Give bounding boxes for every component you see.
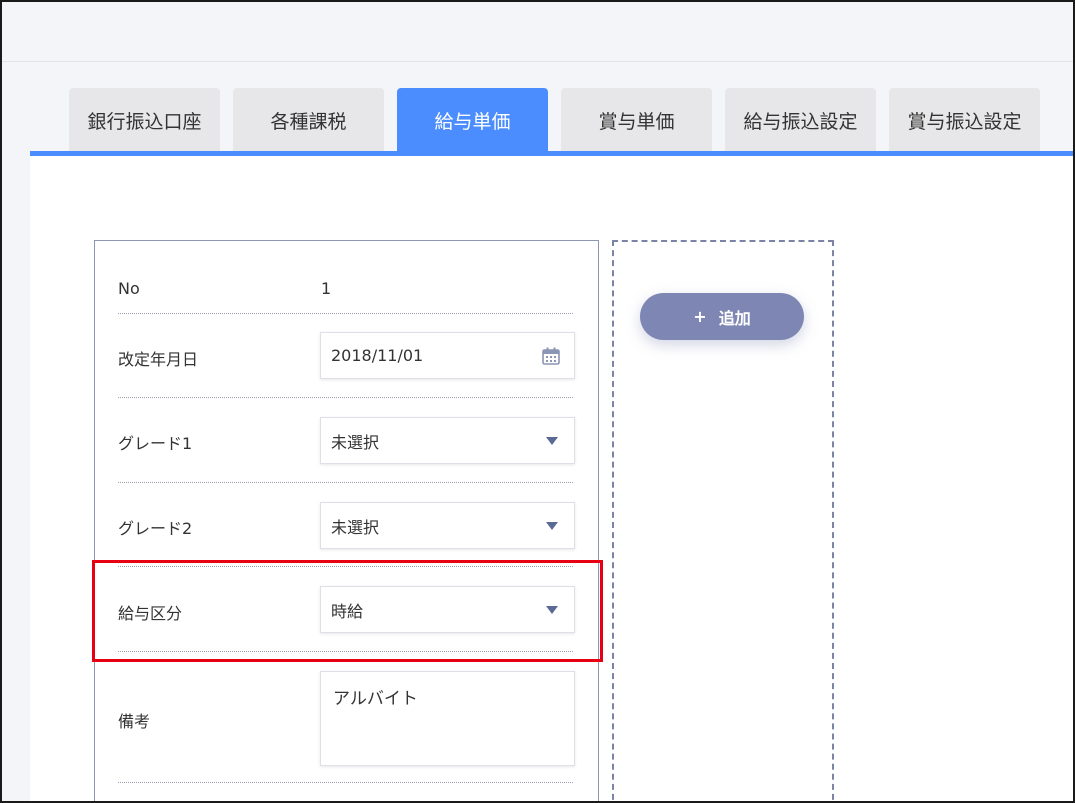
revision-date-value: 2018/11/01 [331,346,424,365]
row-divider [118,782,573,783]
pay-type-label: 給与区分 [118,604,183,623]
remarks-label: 備考 [118,712,151,731]
app-window: 銀行振込口座 各種課税 給与単価 賞与単価 給与振込設定 賞与振込設定 No 1… [0,0,1075,803]
no-value: 1 [321,279,332,298]
tab-bank-transfer-account[interactable]: 銀行振込口座 [69,88,220,152]
plus-icon: + [693,307,707,326]
revision-date-input[interactable]: 2018/11/01 [320,332,575,379]
tab-salary-unit-price[interactable]: 給与単価 [397,88,548,152]
row-divider [118,313,573,314]
grade2-value: 未選択 [331,517,380,537]
calendar-icon[interactable] [541,346,561,366]
row-divider [118,651,573,652]
chevron-down-icon [546,606,558,614]
tab-bonus-transfer-settings[interactable]: 賞与振込設定 [889,88,1040,152]
row-divider [118,397,573,398]
row-divider [118,566,573,567]
grade1-value: 未選択 [331,432,380,452]
header-divider [2,61,1073,62]
tab-various-taxes[interactable]: 各種課税 [233,88,384,152]
row-divider [118,482,573,483]
add-button-label: 追加 [718,308,751,328]
chevron-down-icon [546,437,558,445]
remarks-textarea[interactable]: アルバイト [320,671,575,766]
add-button[interactable]: + 追加 [640,293,804,340]
revision-date-label: 改定年月日 [118,350,199,369]
tab-salary-transfer-settings[interactable]: 給与振込設定 [725,88,876,152]
chevron-down-icon [546,522,558,530]
pay-type-select[interactable]: 時給 [320,586,575,633]
no-label: No [118,279,140,298]
grade1-label: グレード1 [118,434,193,453]
pay-type-value: 時給 [331,601,364,621]
grade1-select[interactable]: 未選択 [320,417,575,464]
grade2-label: グレード2 [118,519,193,538]
grade2-select[interactable]: 未選択 [320,502,575,549]
tab-bonus-unit-price[interactable]: 賞与単価 [561,88,712,152]
